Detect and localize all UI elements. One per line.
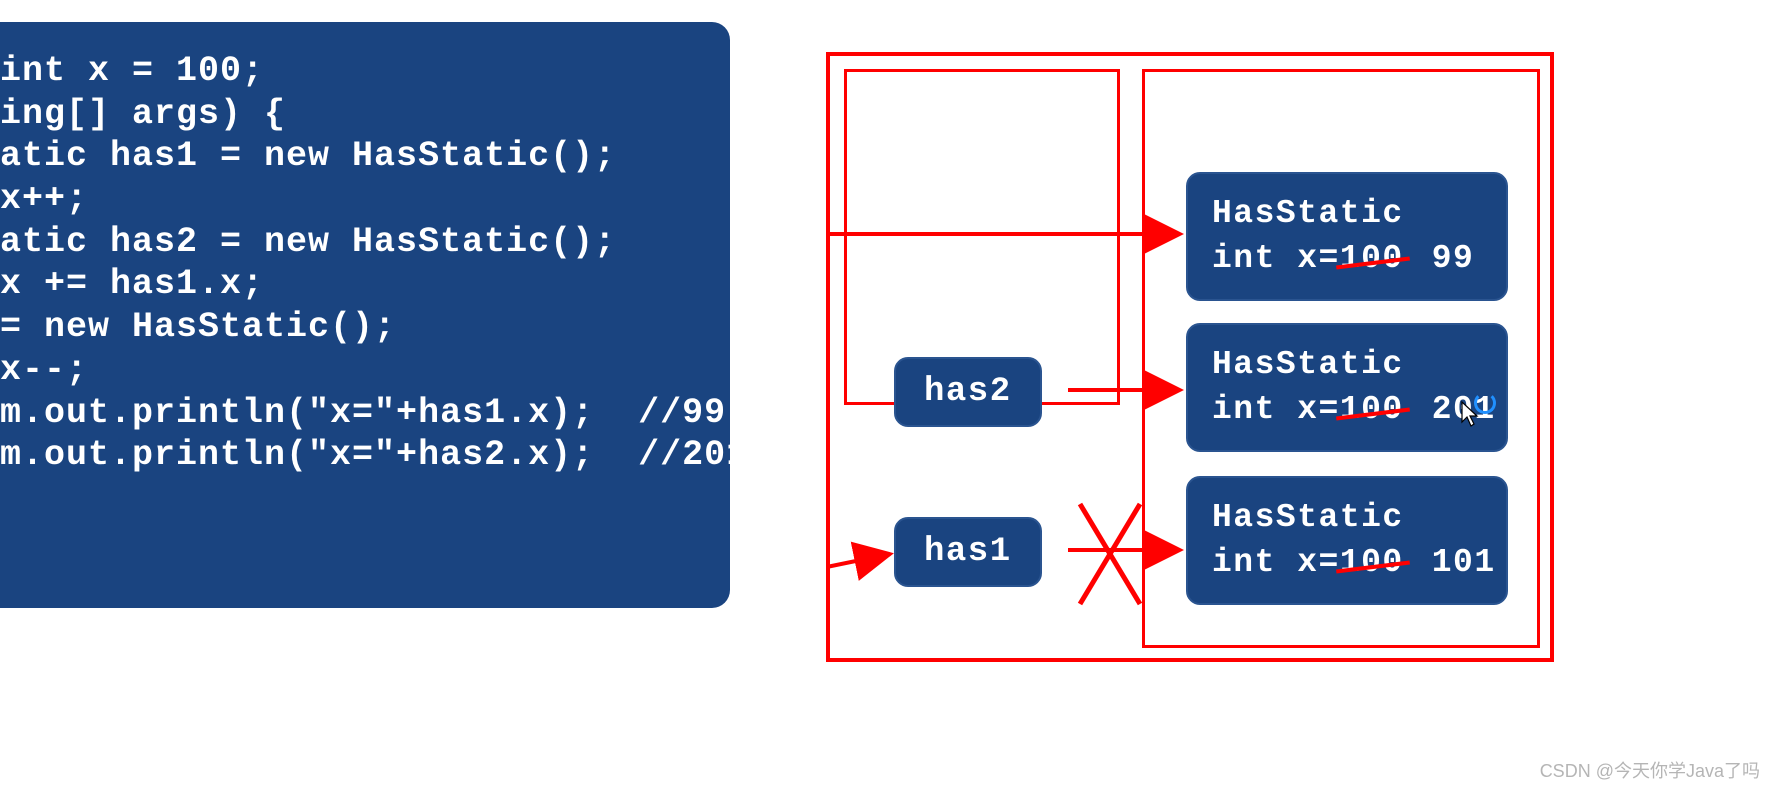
strike-value: 100 (1340, 240, 1404, 277)
obj-title: HasStatic (1212, 496, 1482, 541)
obj-title: HasStatic (1212, 343, 1482, 388)
stack-region (844, 69, 1120, 405)
code-line: ing[] args) { (0, 94, 286, 134)
heap-object-3: HasStatic int x=100101 (1186, 476, 1508, 605)
code-block: int x = 100; ing[] args) { atic has1 = n… (0, 22, 730, 608)
strike-value: 100 (1340, 544, 1404, 581)
var-label: has2 (924, 373, 1012, 411)
code-line: atic has1 = new HasStatic(); (0, 136, 616, 176)
obj-field: int x=100101 (1212, 541, 1482, 586)
code-line: x++; (0, 179, 88, 219)
memory-diagram: has2 has1 HasStatic int x=10099 HasStati… (826, 52, 1554, 662)
heap-object-1: HasStatic int x=10099 (1186, 172, 1508, 301)
code-line: x += has1.x; (0, 264, 264, 304)
var-label: has1 (924, 533, 1012, 571)
stack-var-has2: has2 (894, 357, 1042, 427)
strike-value: 100 (1340, 391, 1404, 428)
new-value: 101 (1432, 544, 1496, 581)
new-value: 99 (1432, 240, 1475, 277)
obj-title: HasStatic (1212, 192, 1482, 237)
heap-object-2: HasStatic int x=100201 (1186, 323, 1508, 452)
stack-var-has1: has1 (894, 517, 1042, 587)
obj-field: int x=100201 (1212, 388, 1482, 433)
obj-field: int x=10099 (1212, 237, 1482, 282)
code-line: = new HasStatic(); (0, 307, 396, 347)
code-line: x--; (0, 350, 88, 390)
code-line: atic has2 = new HasStatic(); (0, 222, 616, 262)
watermark: CSDN @今天你学Java了吗 (1540, 757, 1760, 783)
code-line: m.out.println("x="+has2.x); //201 (0, 435, 730, 475)
code-line: int x = 100; (0, 51, 264, 91)
new-value: 201 (1432, 391, 1496, 428)
code-line: m.out.println("x="+has1.x); //99 (0, 393, 726, 433)
